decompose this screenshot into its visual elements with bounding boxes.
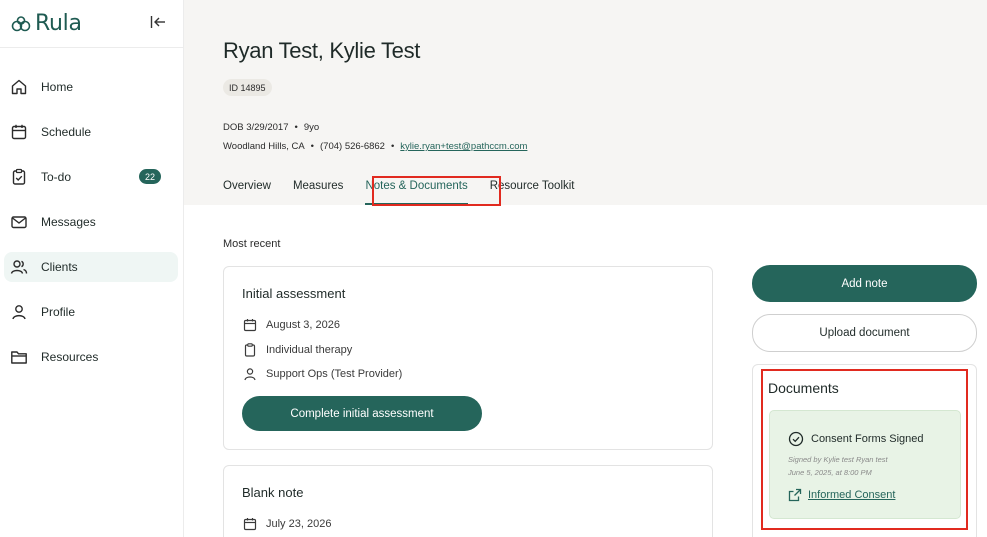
mail-icon	[10, 213, 28, 231]
note-date: August 3, 2026	[266, 319, 341, 331]
client-id-chip: ID 14895	[223, 79, 272, 96]
calendar-icon	[242, 516, 258, 532]
client-dob: DOB 3/29/2017	[223, 122, 289, 133]
separator-dot: •	[390, 141, 395, 152]
home-icon	[10, 78, 28, 96]
sidebar-item-label: Clients	[41, 260, 78, 274]
rula-logo[interactable]: Rula	[11, 11, 82, 36]
add-note-button[interactable]: Add note	[752, 265, 977, 302]
tab-measures[interactable]: Measures	[293, 180, 344, 205]
sidebar-item-label: Resources	[41, 350, 99, 364]
note-card-initial-assessment[interactable]: Initial assessment August 3, 2026 Indivi…	[223, 266, 713, 450]
clipboard-icon	[242, 342, 258, 358]
note-provider: Support Ops (Test Provider)	[266, 368, 403, 380]
collapse-sidebar-button[interactable]	[148, 12, 168, 32]
sidebar-item-label: Profile	[41, 305, 76, 319]
sidebar-item-label: To-do	[41, 170, 72, 184]
sidebar-item-schedule[interactable]: Schedule	[4, 117, 178, 147]
collapse-icon	[150, 16, 165, 28]
sidebar-divider	[0, 47, 183, 48]
client-contact-line: Woodland Hills, CA • (704) 526-6862 • kylie.…	[223, 141, 527, 152]
sidebar-item-clients[interactable]: Clients	[4, 252, 178, 282]
sidebar-item-resources[interactable]: Resources	[4, 342, 178, 372]
note-date-row: July 23, 2026	[242, 516, 331, 532]
sidebar-item-home[interactable]: Home	[4, 72, 178, 102]
rula-logo-icon	[11, 15, 31, 31]
sidebar-item-label: Home	[41, 80, 74, 94]
note-type-row: Individual therapy	[242, 342, 352, 358]
note-title: Initial assessment	[242, 286, 346, 301]
note-card-blank-note[interactable]: Blank note July 23, 2026	[223, 465, 713, 537]
note-date: July 23, 2026	[266, 518, 332, 530]
note-type: Individual therapy	[266, 344, 353, 356]
todo-count-badge: 22	[139, 169, 161, 184]
note-date-row: August 3, 2026	[242, 317, 340, 333]
user-icon	[242, 366, 258, 382]
note-title: Blank note	[242, 485, 304, 500]
client-dob-line: DOB 3/29/2017 • 9yo	[223, 122, 319, 133]
tab-resource-toolkit[interactable]: Resource Toolkit	[490, 180, 575, 205]
sidebar-item-label: Schedule	[41, 125, 92, 139]
highlight-box-tab	[372, 176, 501, 206]
users-icon	[10, 258, 28, 276]
sidebar-item-messages[interactable]: Messages	[4, 207, 178, 237]
client-location: Woodland Hills, CA	[223, 141, 305, 152]
highlight-box-documents	[761, 369, 968, 530]
tab-overview[interactable]: Overview	[223, 180, 271, 205]
separator-dot: •	[310, 141, 314, 152]
client-email-link[interactable]: kylie.ryan+test@pathccm.com	[400, 141, 527, 152]
section-label-most-recent: Most recent	[223, 238, 281, 250]
sidebar: Rula Home Schedule To-do 22 Messages Cli…	[0, 0, 184, 537]
logo-text: Rula	[35, 11, 82, 36]
calendar-icon	[242, 317, 258, 333]
sidebar-item-todo[interactable]: To-do 22	[4, 162, 178, 192]
separator-dot: •	[294, 122, 298, 133]
clipboard-check-icon	[10, 168, 28, 186]
sidebar-item-profile[interactable]: Profile	[4, 297, 178, 327]
sidebar-item-label: Messages	[41, 215, 96, 229]
client-phone[interactable]: (704) 526-6862	[320, 141, 385, 152]
calendar-icon	[10, 123, 28, 141]
user-icon	[10, 303, 28, 321]
sidebar-nav: Home Schedule To-do 22 Messages Clients …	[4, 72, 178, 387]
upload-document-button[interactable]: Upload document	[752, 314, 977, 352]
client-age: 9yo	[303, 122, 320, 133]
complete-initial-assessment-button[interactable]: Complete initial assessment	[242, 396, 482, 431]
folder-icon	[10, 348, 28, 366]
client-name: Ryan Test, Kylie Test	[223, 38, 421, 63]
note-provider-row: Support Ops (Test Provider)	[242, 366, 402, 382]
client-header: Ryan Test, Kylie Test ID 14895 DOB 3/29/…	[184, 0, 987, 205]
